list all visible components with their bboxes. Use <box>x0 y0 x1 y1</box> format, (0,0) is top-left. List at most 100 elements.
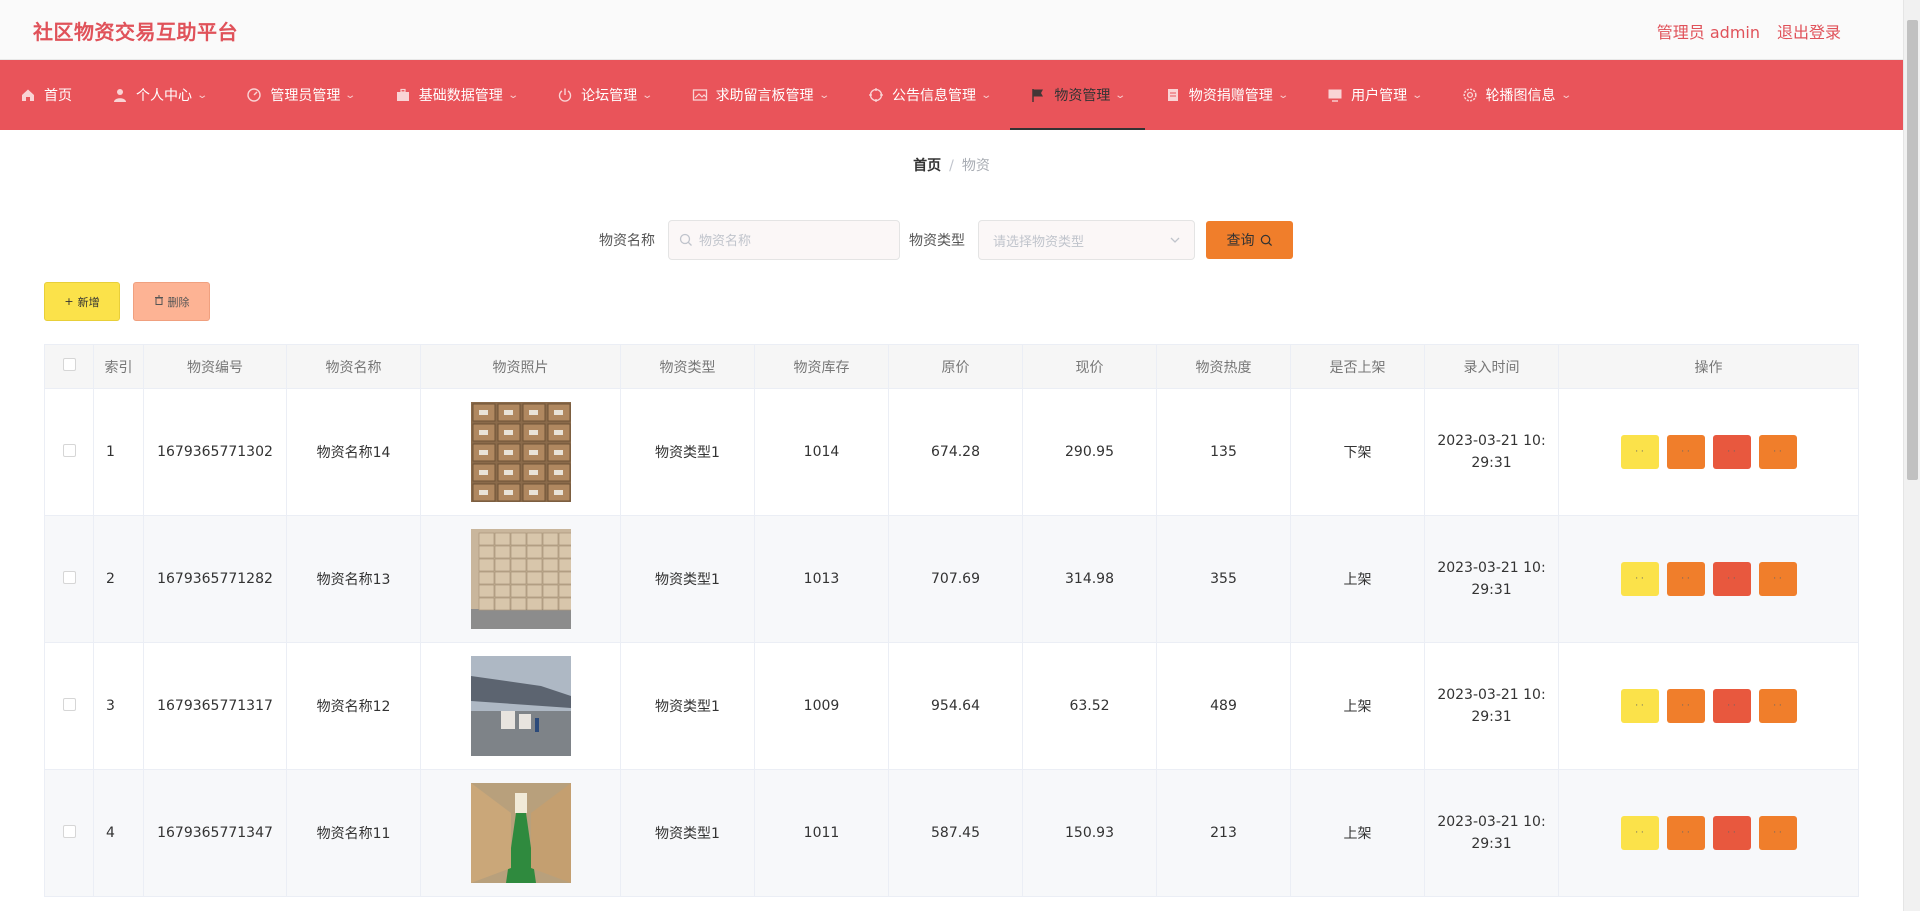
nav-item-2[interactable]: 管理员管理 ⌄ <box>226 60 374 130</box>
table-row[interactable]: 4 1679365771347 物资名称11 物资类型1 1011 587.45 150.9… <box>44 769 1859 897</box>
dashboard-icon <box>246 87 262 103</box>
delete-row-button[interactable]: · · <box>1712 562 1751 596</box>
nav-item-1[interactable]: 个人中心 ⌄ <box>92 60 226 130</box>
column-header[interactable]: 是否上架 <box>1290 344 1425 389</box>
column-header[interactable]: 物资照片 <box>420 344 621 389</box>
chevron-down-icon: ⌄ <box>196 89 209 101</box>
logout-link[interactable]: 退出登录 <box>1777 19 1841 43</box>
supply-photo[interactable] <box>470 402 571 502</box>
vertical-scrollbar[interactable] <box>1903 0 1920 911</box>
query-button[interactable]: 查询 <box>1206 221 1293 259</box>
top-header: 社区物资交易互助平台 管理员 admin 退出登录 <box>0 0 1903 60</box>
column-header[interactable]: 索引 <box>93 344 144 389</box>
detail-button[interactable]: · · <box>1620 689 1659 723</box>
cell-index: 2 <box>93 515 144 643</box>
supply-photo[interactable] <box>470 656 571 756</box>
chevron-down-icon: ⌄ <box>817 89 830 101</box>
supplies-table: 索引 物资编号 物资名称 物资照片 物资类型 物资库存 原价 现价 物资热度 是… <box>44 344 1859 897</box>
nav-item-label: 论坛管理 <box>581 88 638 104</box>
cell-photo <box>420 515 621 643</box>
supply-photo[interactable] <box>470 529 571 629</box>
row-checkbox[interactable] <box>62 697 76 711</box>
column-header[interactable]: 物资热度 <box>1156 344 1291 389</box>
nav-item-6[interactable]: 公告信息管理 ⌄ <box>848 60 1010 130</box>
cell-stock: 1013 <box>754 515 889 643</box>
nav-item-3[interactable]: 基础数据管理 ⌄ <box>375 60 537 130</box>
detail-button[interactable]: · · <box>1620 435 1659 469</box>
nav-item-label: 基础数据管理 <box>418 88 503 104</box>
cell-price: 150.93 <box>1022 769 1157 897</box>
name-search-input[interactable] <box>699 232 889 248</box>
cell-code: 1679365771347 <box>143 769 287 897</box>
cell-stock: 1011 <box>754 769 889 897</box>
name-search-field[interactable] <box>668 220 900 260</box>
edit-button[interactable]: · · <box>1666 562 1705 596</box>
delete-row-button[interactable]: · · <box>1712 435 1751 469</box>
cell-heat: 489 <box>1156 642 1291 770</box>
column-header[interactable]: 物资类型 <box>620 344 755 389</box>
nav-item-0[interactable]: 首页 <box>0 60 92 130</box>
current-user-label: 管理员 admin <box>1656 23 1760 42</box>
column-header[interactable]: 物资编号 <box>143 344 287 389</box>
table-row[interactable]: 2 1679365771282 物资名称13 物资类型1 1013 707.69 314.9… <box>44 515 1859 643</box>
type-select[interactable]: 请选择物资类型 <box>978 220 1195 260</box>
row-select-cell <box>44 515 94 643</box>
supply-photo[interactable] <box>470 783 571 883</box>
edit-button[interactable]: · · <box>1666 689 1705 723</box>
detail-button[interactable]: · · <box>1620 562 1659 596</box>
column-header[interactable]: 物资库存 <box>754 344 889 389</box>
cell-code: 1679365771302 <box>143 388 287 516</box>
delete-row-button[interactable]: · · <box>1712 816 1751 850</box>
nav-item-label: 公告信息管理 <box>891 88 976 104</box>
more-button[interactable]: · · <box>1758 435 1797 469</box>
more-button[interactable]: · · <box>1758 689 1797 723</box>
column-header[interactable]: 录入时间 <box>1424 344 1559 389</box>
cell-orig-price: 674.28 <box>888 388 1023 516</box>
nav-item-10[interactable]: 轮播图信息 ⌄ <box>1442 60 1590 130</box>
plus-icon: + <box>64 295 74 308</box>
nav-item-label: 物资捐赠管理 <box>1188 88 1273 104</box>
name-search-label: 物资名称 <box>599 233 655 249</box>
search-icon <box>1260 234 1272 246</box>
cell-stock: 1009 <box>754 642 889 770</box>
nav-item-label: 用户管理 <box>1351 88 1408 104</box>
column-header[interactable]: 物资名称 <box>286 344 421 389</box>
column-header[interactable]: 原价 <box>888 344 1023 389</box>
row-checkbox[interactable] <box>62 443 76 457</box>
nav-item-8[interactable]: 物资捐赠管理 ⌄ <box>1145 60 1307 130</box>
nav-item-4[interactable]: 论坛管理 ⌄ <box>537 60 671 130</box>
row-checkbox[interactable] <box>62 824 76 838</box>
document-icon <box>1165 87 1181 103</box>
add-button[interactable]: + 新增 <box>44 282 120 321</box>
delete-button[interactable]: 删除 <box>133 282 210 321</box>
more-button[interactable]: · · <box>1758 562 1797 596</box>
table-row[interactable]: 1 1679365771302 物资名称14 物资类型1 1014 674.28 290.9… <box>44 388 1859 516</box>
column-header[interactable]: 现价 <box>1022 344 1157 389</box>
nav-item-9[interactable]: 用户管理 ⌄ <box>1307 60 1441 130</box>
chevron-down-icon: ⌄ <box>641 89 654 101</box>
cell-heat: 135 <box>1156 388 1291 516</box>
row-checkbox[interactable] <box>62 570 76 584</box>
select-all-checkbox[interactable] <box>62 358 76 371</box>
column-header[interactable]: 操作 <box>1558 344 1859 389</box>
more-button[interactable]: · · <box>1758 816 1797 850</box>
breadcrumb-home[interactable]: 首页 <box>913 158 941 174</box>
nav-item-7[interactable]: 物资管理 ⌄ <box>1010 60 1146 130</box>
chevron-down-icon: ⌄ <box>507 89 519 101</box>
query-button-label: 查询 <box>1226 233 1255 249</box>
power-icon <box>557 87 573 103</box>
edit-button[interactable]: · · <box>1666 816 1705 850</box>
nav-item-5[interactable]: 求助留言板管理 ⌄ <box>672 60 848 130</box>
table-row[interactable]: 3 1679365771317 物资名称12 物资类型1 1009 954.64 63.52… <box>44 642 1859 770</box>
cell-heat: 213 <box>1156 769 1291 897</box>
cell-operations: · · · · · · · · <box>1558 388 1859 516</box>
cell-operations: · · · · · · · · <box>1558 515 1859 643</box>
delete-row-button[interactable]: · · <box>1712 689 1751 723</box>
scrollbar-thumb[interactable] <box>1907 20 1918 480</box>
cell-price: 314.98 <box>1022 515 1157 643</box>
cell-operations: · · · · · · · · <box>1558 642 1859 770</box>
nav-item-label: 首页 <box>44 88 72 104</box>
detail-button[interactable]: · · <box>1620 816 1659 850</box>
edit-button[interactable]: · · <box>1666 435 1705 469</box>
row-select-cell <box>44 769 94 897</box>
